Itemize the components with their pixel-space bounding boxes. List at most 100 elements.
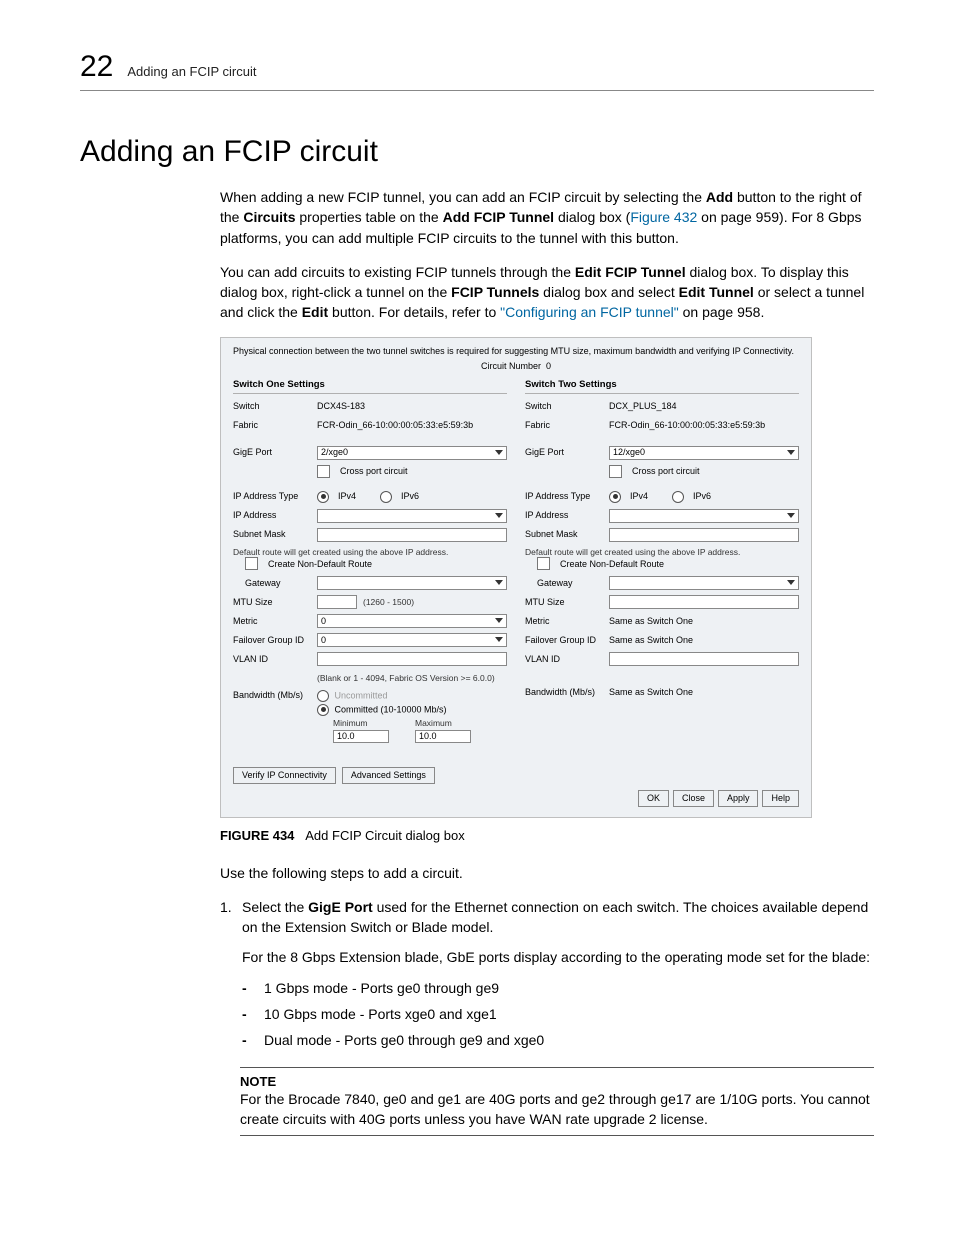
s2-route-note: Default route will get created using the…: [525, 547, 799, 557]
s1-gateway-label: Gateway: [245, 578, 311, 589]
configuring-fcip-link[interactable]: "Configuring an FCIP tunnel": [500, 304, 679, 320]
s2-subnet-input[interactable]: [609, 528, 799, 542]
chevron-down-icon: [495, 637, 503, 642]
chevron-down-icon: [787, 580, 795, 585]
s1-create-route-label: Create Non-Default Route: [268, 559, 372, 570]
s2-ipaddr-label: IP Address: [525, 510, 603, 521]
step-1: 1. Select the GigE Port used for the Eth…: [220, 897, 874, 1057]
s1-bw-committed-radio[interactable]: [317, 704, 329, 716]
s1-bw-uncommitted-label: Uncommitted: [335, 690, 388, 700]
s2-mtu-input[interactable]: [609, 595, 799, 609]
note-box: NOTE For the Brocade 7840, ge0 and ge1 a…: [80, 1067, 874, 1137]
advanced-settings-button[interactable]: Advanced Settings: [342, 767, 435, 784]
s1-vlan-label: VLAN ID: [233, 654, 311, 665]
chapter-number: 22: [80, 50, 113, 84]
s1-create-route-checkbox[interactable]: [245, 557, 258, 570]
s2-vlan-label: VLAN ID: [525, 654, 603, 665]
s1-gige-label: GigE Port: [233, 447, 311, 458]
switch-one-panel: Switch One Settings Switch DCX4S-183 Fab…: [233, 379, 507, 783]
switch-two-title: Switch Two Settings: [525, 379, 799, 393]
s1-mtu-hint: (1260 - 1500): [363, 597, 414, 607]
list-item: -Dual mode - Ports ge0 through ge9 and x…: [242, 1030, 874, 1050]
s2-bandwidth-label: Bandwidth (Mb/s): [525, 687, 603, 698]
s1-fabric-label: Fabric: [233, 420, 311, 431]
s2-bandwidth-value: Same as Switch One: [609, 685, 799, 699]
header-rule: [80, 90, 874, 91]
chevron-down-icon: [787, 450, 795, 455]
switch-one-title: Switch One Settings: [233, 379, 507, 393]
list-item: -10 Gbps mode - Ports xge0 and xge1: [242, 1004, 874, 1024]
s2-ipv6-radio[interactable]: [672, 491, 684, 503]
s1-bw-uncommitted-radio[interactable]: [317, 690, 329, 702]
s1-mtu-input[interactable]: [317, 595, 357, 609]
s2-switch-value: DCX_PLUS_184: [609, 400, 799, 414]
s2-switch-label: Switch: [525, 401, 603, 412]
s1-ipv4-radio[interactable]: [317, 491, 329, 503]
s1-metric-select[interactable]: 0: [317, 614, 507, 628]
s1-switch-label: Switch: [233, 401, 311, 412]
s2-ipv4-radio[interactable]: [609, 491, 621, 503]
s1-bandwidth-label: Bandwidth (Mb/s): [233, 690, 311, 701]
dialog-topnote: Physical connection between the two tunn…: [233, 346, 799, 357]
ok-button[interactable]: OK: [638, 790, 669, 807]
s2-metric-value: Same as Switch One: [609, 614, 799, 628]
s2-mtu-label: MTU Size: [525, 597, 603, 608]
verify-ip-button[interactable]: Verify IP Connectivity: [233, 767, 336, 784]
apply-button[interactable]: Apply: [718, 790, 759, 807]
s1-bw-max-input[interactable]: 10.0: [415, 730, 471, 743]
s1-fabric-value: FCR-Odin_66-10:00:00:05:33:e5:59:3b: [317, 419, 507, 433]
s1-ipaddr-label: IP Address: [233, 510, 311, 521]
s1-ipaddr-select[interactable]: [317, 509, 507, 523]
s1-crossport-checkbox[interactable]: [317, 465, 330, 478]
figure-caption: FIGURE 434 Add FCIP Circuit dialog box: [80, 828, 874, 843]
intro-paragraph-2: You can add circuits to existing FCIP tu…: [80, 262, 874, 323]
s1-subnet-label: Subnet Mask: [233, 529, 311, 540]
s1-vlan-input[interactable]: [317, 652, 507, 666]
s2-failover-label: Failover Group ID: [525, 635, 603, 646]
steps-intro: Use the following steps to add a circuit…: [80, 863, 874, 883]
s2-create-route-label: Create Non-Default Route: [560, 559, 664, 570]
s1-crossport-label: Cross port circuit: [340, 466, 408, 477]
s1-metric-label: Metric: [233, 616, 311, 627]
chevron-down-icon: [787, 513, 795, 518]
intro-paragraph-1: When adding a new FCIP tunnel, you can a…: [80, 187, 874, 248]
s1-ipv6-radio[interactable]: [380, 491, 392, 503]
s2-ipaddr-select[interactable]: [609, 509, 799, 523]
switch-two-panel: Switch Two Settings Switch DCX_PLUS_184 …: [525, 379, 799, 783]
chevron-down-icon: [495, 618, 503, 623]
s2-metric-label: Metric: [525, 616, 603, 627]
s1-failover-select[interactable]: 0: [317, 633, 507, 647]
s1-failover-label: Failover Group ID: [233, 635, 311, 646]
chevron-down-icon: [495, 580, 503, 585]
note-title: NOTE: [240, 1074, 874, 1089]
s1-vlan-hint: (Blank or 1 - 4094, Fabric OS Version >=…: [317, 673, 495, 683]
s1-bw-min-input[interactable]: 10.0: [333, 730, 389, 743]
s2-gige-label: GigE Port: [525, 447, 603, 458]
s1-route-note: Default route will get created using the…: [233, 547, 507, 557]
s2-crossport-checkbox[interactable]: [609, 465, 622, 478]
close-button[interactable]: Close: [673, 790, 714, 807]
chapter-header-text: Adding an FCIP circuit: [127, 64, 256, 79]
note-body: For the Brocade 7840, ge0 and ge1 are 40…: [240, 1089, 874, 1130]
s2-failover-value: Same as Switch One: [609, 633, 799, 647]
s2-gige-select[interactable]: 12/xge0: [609, 446, 799, 460]
figure-432-link[interactable]: Figure 432: [630, 209, 697, 225]
chevron-down-icon: [495, 450, 503, 455]
add-fcip-circuit-dialog: Physical connection between the two tunn…: [220, 337, 812, 818]
s1-subnet-input[interactable]: [317, 528, 507, 542]
s2-addrtype-label: IP Address Type: [525, 491, 603, 502]
s1-switch-value: DCX4S-183: [317, 400, 507, 414]
list-item: -1 Gbps mode - Ports ge0 through ge9: [242, 978, 874, 998]
s1-mtu-label: MTU Size: [233, 597, 311, 608]
s2-gateway-label: Gateway: [537, 578, 603, 589]
s2-subnet-label: Subnet Mask: [525, 529, 603, 540]
s2-vlan-input[interactable]: [609, 652, 799, 666]
s1-addrtype-label: IP Address Type: [233, 491, 311, 502]
s1-gateway-select[interactable]: [317, 576, 507, 590]
help-button[interactable]: Help: [762, 790, 799, 807]
s2-fabric-label: Fabric: [525, 420, 603, 431]
s2-create-route-checkbox[interactable]: [537, 557, 550, 570]
s2-gateway-select[interactable]: [609, 576, 799, 590]
s2-crossport-label: Cross port circuit: [632, 466, 700, 477]
s1-gige-select[interactable]: 2/xge0: [317, 446, 507, 460]
